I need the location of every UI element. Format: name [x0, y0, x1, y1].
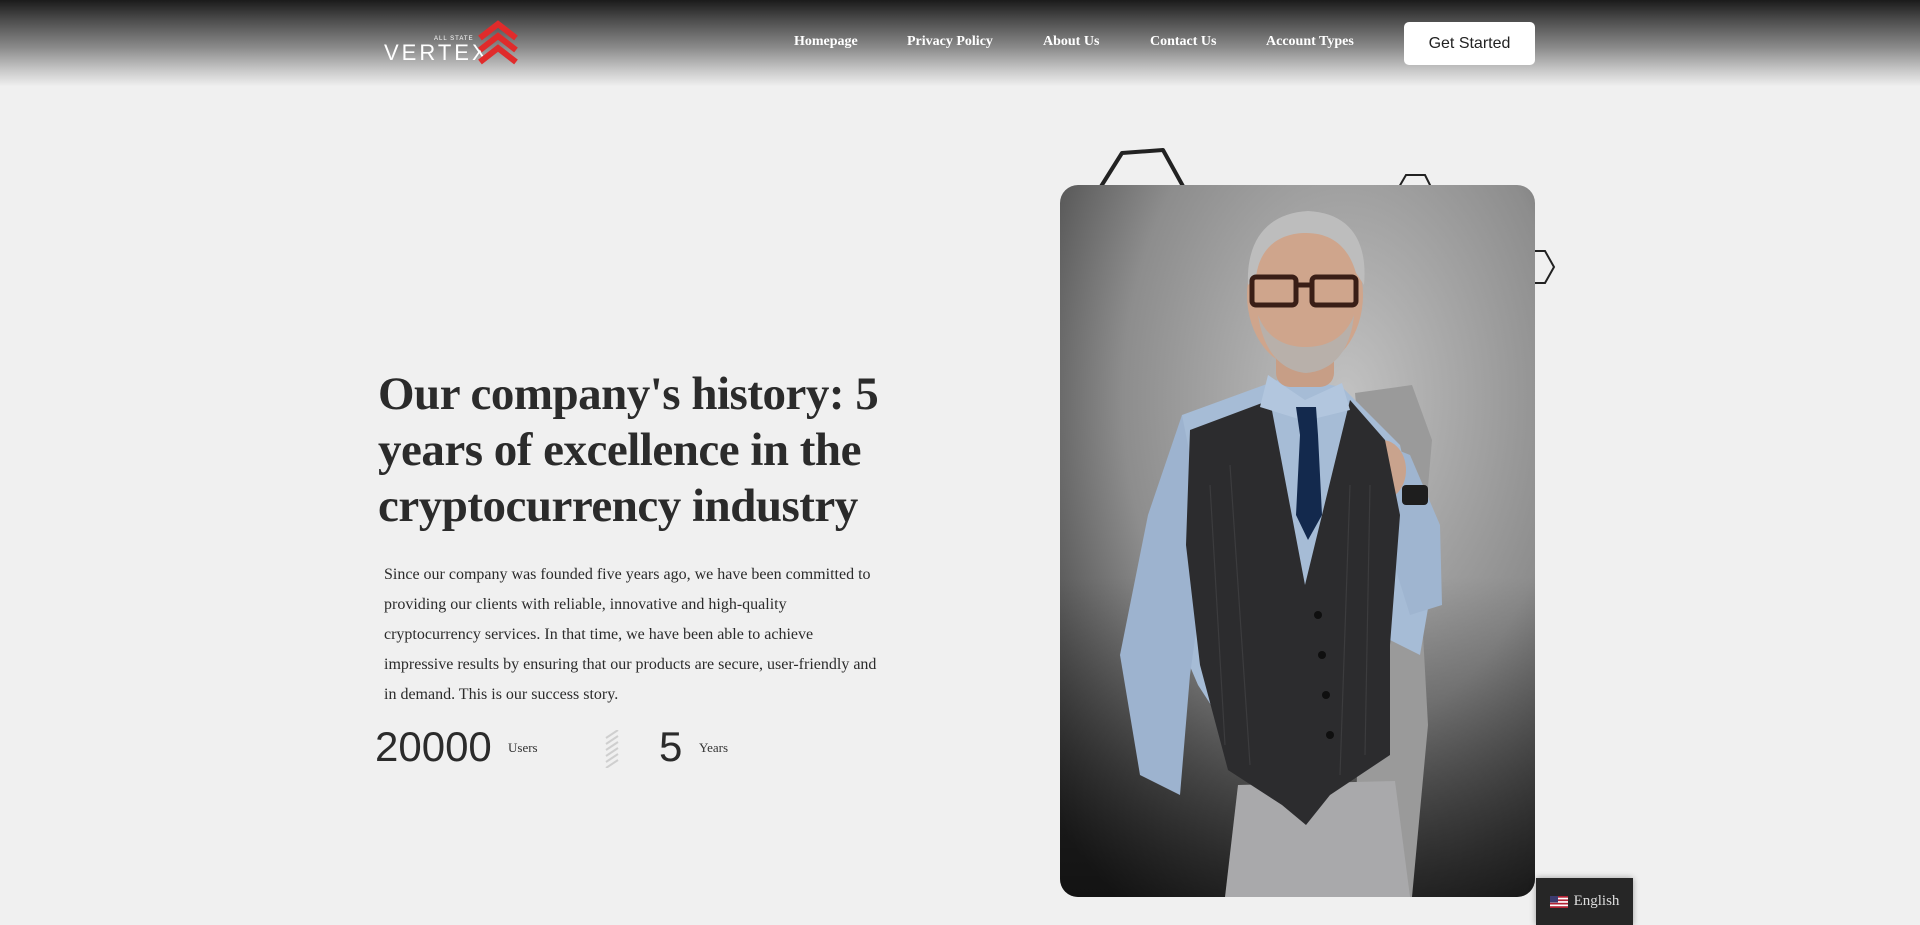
nav-homepage[interactable]: Homepage — [794, 34, 858, 50]
stat-years-value: 5 — [659, 723, 683, 770]
language-label: English — [1573, 893, 1620, 909]
nav-account-types[interactable]: Account Types — [1266, 34, 1354, 50]
site-header: ALL STATE VERTEX Homepage Privacy Policy… — [0, 0, 1920, 86]
stripes-divider-icon — [605, 730, 619, 768]
vertex-logo[interactable]: ALL STATE VERTEX — [384, 20, 524, 68]
nav-contact-us[interactable]: Contact Us — [1150, 34, 1217, 50]
chevrons-icon — [478, 20, 518, 65]
us-flag-icon — [1549, 895, 1568, 908]
language-switcher[interactable]: English — [1536, 878, 1633, 925]
logo-big-text: VERTEX — [384, 40, 490, 65]
get-started-button[interactable]: Get Started — [1404, 22, 1535, 65]
hero-portrait-image — [1060, 185, 1535, 897]
hero-paragraph: Since our company was founded five years… — [384, 566, 877, 703]
hero-title: Our company's history: 5 years of excell… — [378, 368, 879, 532]
stat-years-label: Years — [699, 740, 729, 755]
stat-users-label: Users — [508, 740, 538, 755]
nav-privacy-policy[interactable]: Privacy Policy — [907, 34, 993, 50]
nav-about-us[interactable]: About Us — [1043, 34, 1099, 50]
stat-users-value: 20000 — [375, 723, 492, 770]
